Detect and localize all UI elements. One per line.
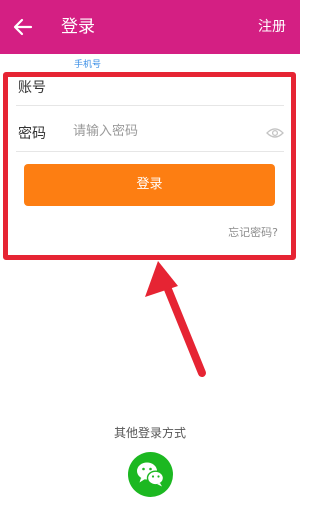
register-button[interactable]: 注册 (258, 17, 286, 37)
password-input[interactable] (73, 118, 253, 144)
app-bar: 登录 注册 (0, 0, 300, 54)
wechat-icon (137, 462, 165, 487)
login-button[interactable]: 登录 (24, 164, 275, 206)
back-arrow-icon[interactable] (12, 16, 34, 38)
page-title: 登录 (61, 17, 95, 37)
annotation-arrow (145, 261, 206, 377)
eye-icon[interactable] (266, 125, 284, 139)
forgot-password-link[interactable]: 忘记密码? (228, 224, 278, 240)
other-login-methods-label: 其他登录方式 (113, 426, 186, 440)
account-row: 账号 (16, 68, 284, 106)
account-label: 账号 (18, 80, 46, 96)
wechat-login-button[interactable] (128, 452, 173, 497)
password-label: 密码 (18, 126, 46, 142)
password-row: 密码 (16, 112, 284, 152)
account-input[interactable] (73, 74, 253, 100)
